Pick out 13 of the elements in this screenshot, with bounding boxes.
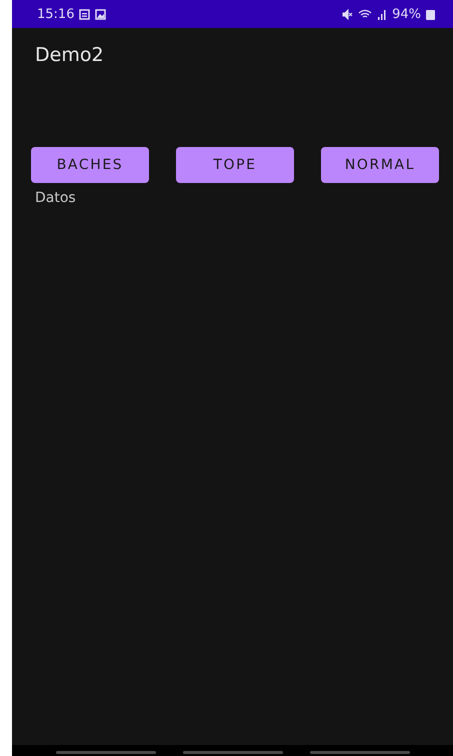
battery-icon: [426, 8, 435, 20]
status-time: 15:16: [37, 6, 74, 22]
notification-icon: [79, 8, 90, 20]
mute-icon: [342, 8, 354, 20]
output-label: Datos: [34, 189, 76, 206]
action-button[interactable]: TOPE: [176, 147, 294, 183]
action-button[interactable]: BACHES: [31, 147, 149, 183]
wifi-icon: [358, 8, 372, 20]
action-button[interactable]: NORMAL: [321, 147, 439, 183]
battery-percent: 94%: [392, 6, 421, 22]
signal-icon: [377, 8, 388, 20]
image-icon: [95, 8, 106, 20]
app-title: Demo2: [34, 43, 105, 68]
